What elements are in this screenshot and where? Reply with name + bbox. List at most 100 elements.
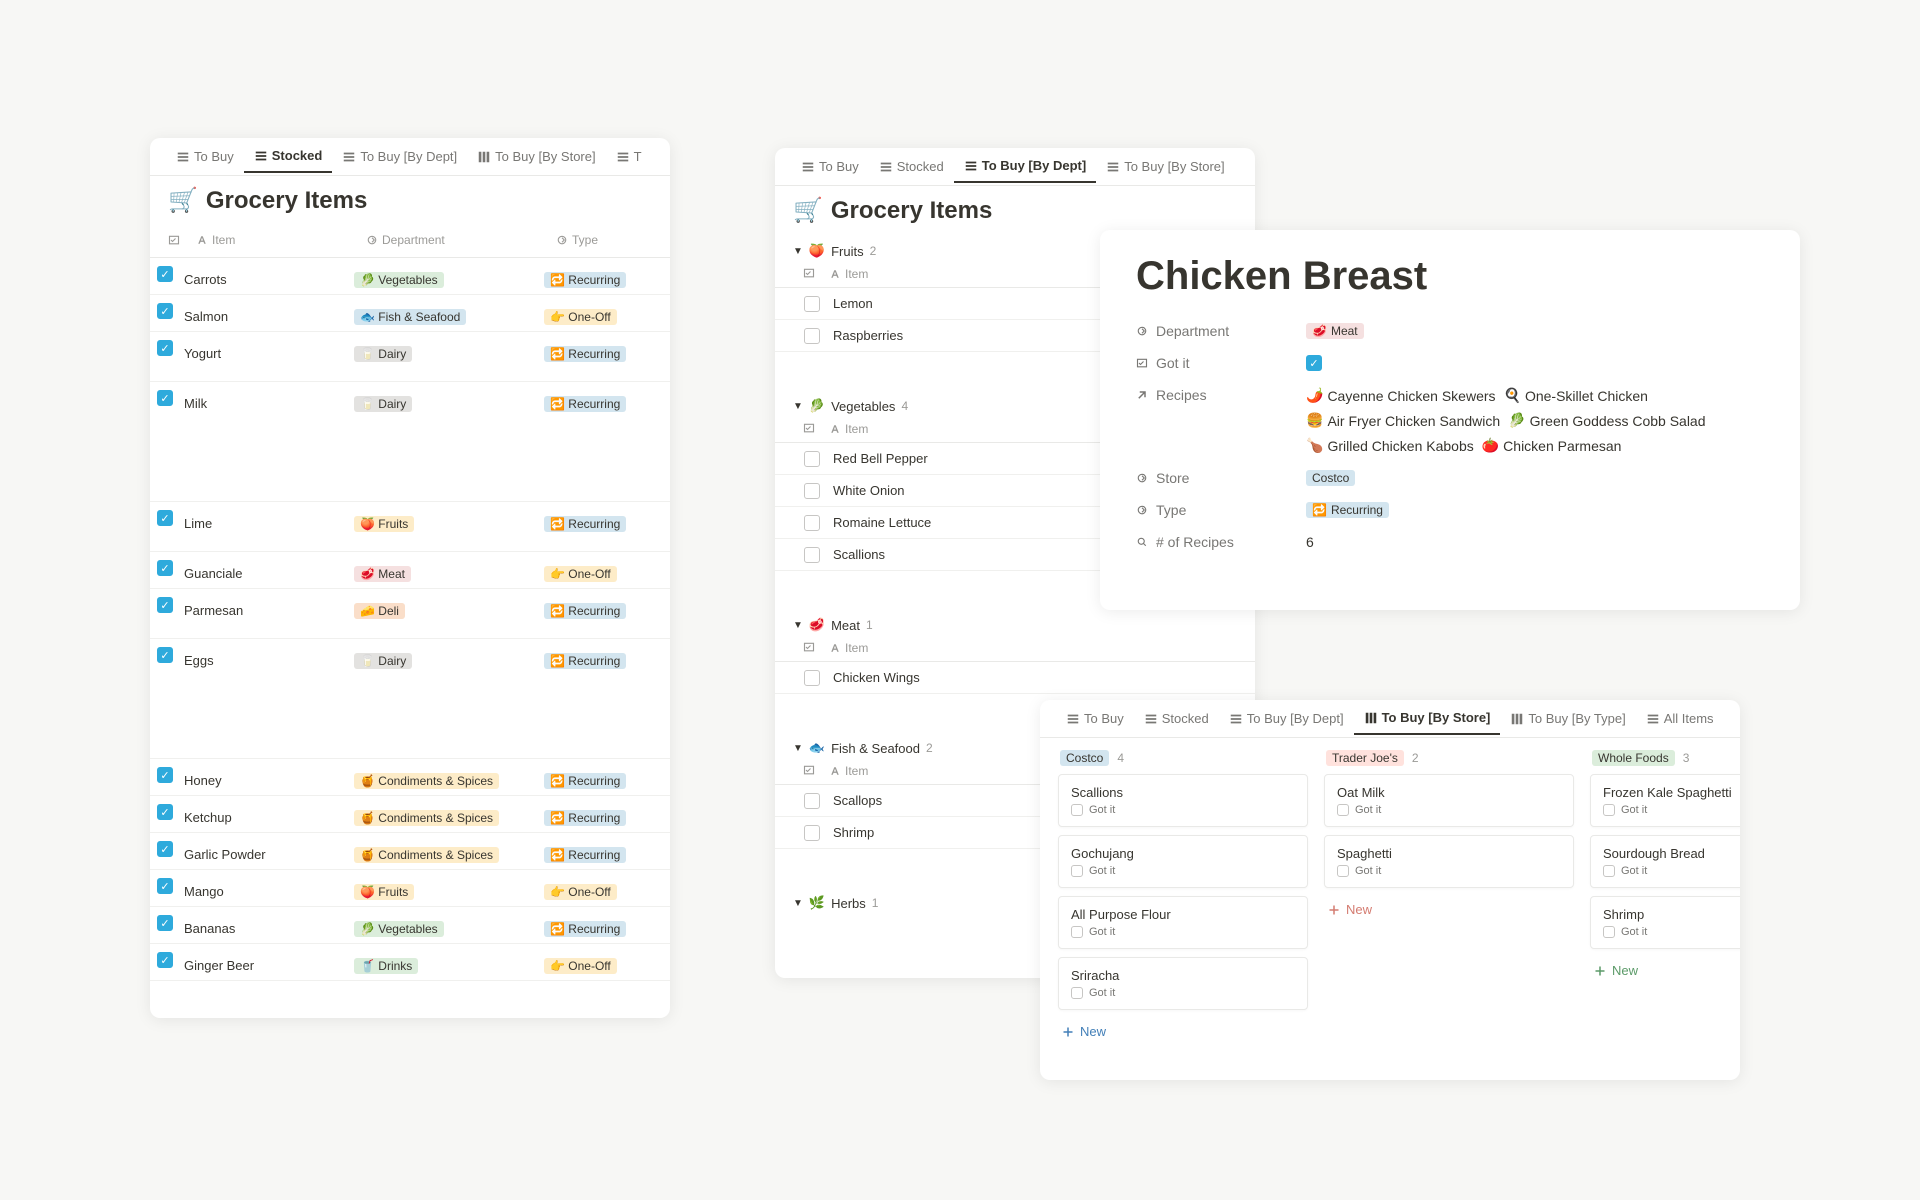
tab-truncated[interactable]: T (606, 141, 652, 172)
toggle-icon[interactable]: ▼ (793, 898, 803, 909)
row-checkbox[interactable] (804, 515, 820, 531)
gotit-checkbox[interactable] (1337, 865, 1349, 877)
tab-by-type[interactable]: To Buy [By Type] (1500, 703, 1635, 734)
tab-stocked[interactable]: Stocked (1134, 703, 1219, 734)
toggle-icon[interactable]: ▼ (793, 401, 803, 412)
row-checkbox[interactable] (157, 340, 173, 356)
col-type[interactable]: Type (572, 233, 598, 247)
tab-to-buy[interactable]: To Buy (166, 141, 244, 172)
row-checkbox[interactable] (157, 303, 173, 319)
prop-store[interactable]: Store Costco (1136, 462, 1764, 494)
board-card[interactable]: Oat MilkGot it (1324, 774, 1574, 827)
row-checkbox[interactable] (804, 793, 820, 809)
table-row[interactable]: Parmesan 🧀 Deli 🔁 Recurring (150, 589, 670, 639)
table-row[interactable]: Ginger Beer 🥤 Drinks 👉 One-Off (150, 944, 670, 981)
table-row[interactable]: Guanciale 🥩 Meat 👉 One-Off (150, 552, 670, 589)
board-card[interactable]: ShrimpGot it (1590, 896, 1740, 949)
gotit-checkbox[interactable] (1603, 865, 1615, 877)
gotit-checkbox[interactable] (1603, 804, 1615, 816)
tab-by-store[interactable]: To Buy [By Store] (467, 141, 605, 172)
board-card[interactable]: ScallionsGot it (1058, 774, 1308, 827)
row-checkbox[interactable] (157, 804, 173, 820)
table-row[interactable]: Yogurt 🥛 Dairy 🔁 Recurring (150, 332, 670, 382)
recipe-link[interactable]: 🍳One-Skillet Chicken (1504, 387, 1648, 404)
toggle-icon[interactable]: ▼ (793, 620, 803, 631)
board-card[interactable]: GochujangGot it (1058, 835, 1308, 888)
new-card-button[interactable]: New (1590, 957, 1740, 984)
recipe-link[interactable]: 🍗Grilled Chicken Kabobs (1306, 437, 1474, 454)
got-it-checkbox[interactable] (1306, 355, 1322, 371)
recipe-link[interactable]: 🌶️Cayenne Chicken Skewers (1306, 387, 1496, 404)
table-row[interactable]: Milk 🥛 Dairy 🔁 Recurring (150, 382, 670, 502)
tab-by-dept[interactable]: To Buy [By Dept] (1219, 703, 1354, 734)
tab-stocked[interactable]: Stocked (869, 151, 954, 182)
new-card-button[interactable]: New (1058, 1018, 1308, 1045)
tab-stocked[interactable]: Stocked (244, 140, 333, 173)
table-row[interactable]: Lime 🍑 Fruits 🔁 Recurring (150, 502, 670, 552)
row-checkbox[interactable] (804, 547, 820, 563)
row-checkbox[interactable] (804, 451, 820, 467)
gotit-checkbox[interactable] (1071, 926, 1083, 938)
board-column-header[interactable]: Costco4 (1058, 742, 1308, 774)
board-card[interactable]: All Purpose FlourGot it (1058, 896, 1308, 949)
table-row[interactable]: Salmon 🐟 Fish & Seafood 👉 One-Off (150, 295, 670, 332)
prop-got-it[interactable]: Got it (1136, 347, 1764, 379)
gotit-checkbox[interactable] (1071, 804, 1083, 816)
row-checkbox[interactable] (157, 767, 173, 783)
board-column-header[interactable]: Trader Joe's2 (1324, 742, 1574, 774)
group-header[interactable]: ▼🥩Meat1 (775, 607, 1255, 635)
row-checkbox[interactable] (157, 952, 173, 968)
prop-department[interactable]: Department 🥩Meat (1136, 315, 1764, 347)
row-checkbox[interactable] (157, 647, 173, 663)
col-dept[interactable]: Department (382, 233, 445, 247)
row-checkbox[interactable] (157, 560, 173, 576)
prop-recipe-count[interactable]: # of Recipes 6 (1136, 526, 1764, 558)
table-row[interactable]: Bananas 🥬 Vegetables 🔁 Recurring (150, 907, 670, 944)
tab-by-dept[interactable]: To Buy [By Dept] (954, 150, 1096, 183)
recipe-link[interactable]: 🥬Green Goddess Cobb Salad (1508, 412, 1705, 429)
board-card[interactable]: Frozen Kale SpaghettiGot it (1590, 774, 1740, 827)
row-checkbox[interactable] (804, 825, 820, 841)
board-card[interactable]: SrirachaGot it (1058, 957, 1308, 1010)
row-checkbox[interactable] (157, 510, 173, 526)
board-card[interactable]: Sourdough BreadGot it (1590, 835, 1740, 888)
group-row[interactable]: Chicken Wings (775, 662, 1255, 694)
gotit-checkbox[interactable] (1603, 926, 1615, 938)
row-checkbox[interactable] (804, 670, 820, 686)
row-checkbox[interactable] (157, 878, 173, 894)
row-checkbox[interactable] (157, 915, 173, 931)
row-checkbox[interactable] (804, 483, 820, 499)
table-row[interactable]: Honey 🍯 Condiments & Spices 🔁 Recurring (150, 759, 670, 796)
item-title[interactable]: Chicken Breast (1100, 230, 1800, 315)
table-row[interactable]: Carrots 🥬 Vegetables 🔁 Recurring (150, 258, 670, 295)
tab-by-dept[interactable]: To Buy [By Dept] (332, 141, 467, 172)
toggle-icon[interactable]: ▼ (793, 246, 803, 257)
new-card-button[interactable]: New (1324, 896, 1574, 923)
tab-by-store[interactable]: To Buy [By Store] (1096, 151, 1234, 182)
row-checkbox[interactable] (157, 266, 173, 282)
prop-recipes[interactable]: Recipes 🌶️Cayenne Chicken Skewers🍳One-Sk… (1136, 379, 1764, 462)
toggle-icon[interactable]: ▼ (793, 743, 803, 754)
board-column-header[interactable]: Whole Foods3 (1590, 742, 1740, 774)
prop-type[interactable]: Type 🔁Recurring (1136, 494, 1764, 526)
row-checkbox[interactable] (157, 597, 173, 613)
table-row[interactable]: Garlic Powder 🍯 Condiments & Spices 🔁 Re… (150, 833, 670, 870)
table-row[interactable]: Eggs 🥛 Dairy 🔁 Recurring (150, 639, 670, 759)
tab-by-store[interactable]: To Buy [By Store] (1354, 702, 1501, 735)
gotit-checkbox[interactable] (1071, 987, 1083, 999)
gotit-checkbox[interactable] (1337, 804, 1349, 816)
row-checkbox[interactable] (157, 390, 173, 406)
row-checkbox[interactable] (157, 841, 173, 857)
board-card[interactable]: SpaghettiGot it (1324, 835, 1574, 888)
table-row[interactable]: Ketchup 🍯 Condiments & Spices 🔁 Recurrin… (150, 796, 670, 833)
col-item[interactable]: Item (212, 233, 235, 247)
table-row[interactable]: Mango 🍑 Fruits 👉 One-Off (150, 870, 670, 907)
recipe-link[interactable]: 🍅Chicken Parmesan (1482, 437, 1622, 454)
gotit-checkbox[interactable] (1071, 865, 1083, 877)
row-checkbox[interactable] (804, 296, 820, 312)
tab-to-buy[interactable]: To Buy (1056, 703, 1134, 734)
tab-to-buy[interactable]: To Buy (791, 151, 869, 182)
recipe-link[interactable]: 🍔Air Fryer Chicken Sandwich (1306, 412, 1500, 429)
tab-all-items[interactable]: All Items (1636, 703, 1724, 734)
row-checkbox[interactable] (804, 328, 820, 344)
